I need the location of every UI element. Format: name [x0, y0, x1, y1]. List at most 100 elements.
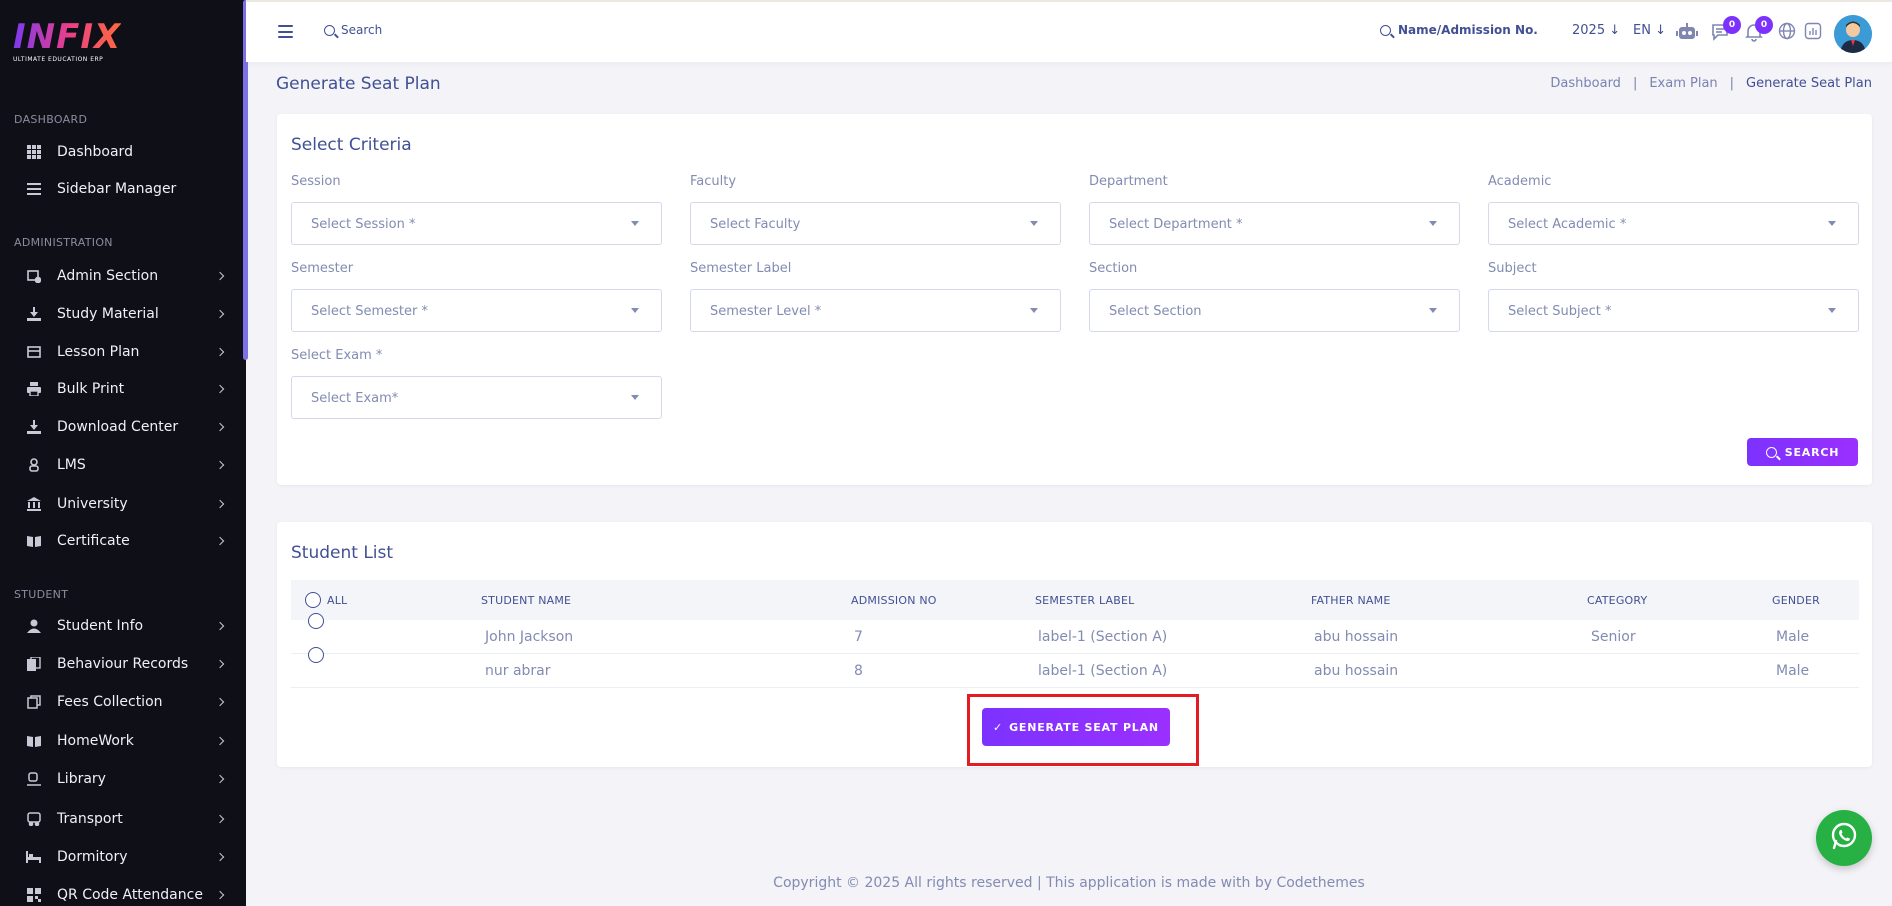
sidebar-item-study-material[interactable]: Study Material	[0, 299, 243, 329]
download-icon	[26, 420, 41, 435]
footer-copyright: Copyright © 2025 All rights reserved | T…	[773, 875, 1365, 891]
avatar[interactable]	[1834, 15, 1872, 53]
section-select[interactable]: Select Section	[1089, 289, 1460, 332]
sidebar-item-dormitory[interactable]: Dormitory	[0, 842, 243, 872]
grid-icon	[26, 145, 41, 160]
sidebar-item-dashboard[interactable]: Dashboard	[0, 137, 243, 167]
notifications-count-badge: 0	[1755, 16, 1773, 34]
sidebar-item-library[interactable]: Library	[0, 764, 243, 794]
robot-icon[interactable]	[1676, 22, 1698, 42]
exam-select[interactable]: Select Exam*	[291, 376, 662, 419]
session-select[interactable]: Select Session *	[291, 202, 662, 245]
father-name-cell: abu hossain	[1314, 629, 1399, 645]
sidebar-item-label: Behaviour Records	[57, 656, 189, 672]
caret-down-icon	[1429, 308, 1437, 313]
department-select-value: Select Department *	[1109, 217, 1243, 232]
sidebar-item-transport[interactable]: Transport	[0, 804, 243, 834]
chevron-right-icon	[215, 422, 225, 432]
admission-no-cell: 7	[854, 629, 863, 645]
sidebar-item-certificate[interactable]: Certificate	[0, 526, 243, 556]
table-header: ALL STUDENT NAME ADMISSION NO SEMESTER L…	[291, 580, 1859, 620]
chevron-right-icon	[215, 384, 225, 394]
department-select[interactable]: Select Department *	[1089, 202, 1460, 245]
check-icon: ✓	[993, 720, 1004, 734]
sidebar-item-label: QR Code Attendance	[57, 887, 203, 903]
sidebar-item-label: Study Material	[57, 306, 159, 322]
book-icon	[26, 345, 41, 360]
admin-icon	[26, 269, 41, 284]
year-selector[interactable]: 2025 ↓	[1572, 23, 1620, 38]
logo-subtitle: ULTIMATE EDUCATION ERP	[13, 56, 104, 63]
breadcrumb: Dashboard | Exam Plan | Generate Seat Pl…	[1550, 76, 1872, 91]
language-value: EN	[1633, 23, 1651, 38]
father-name-cell: abu hossain	[1314, 663, 1399, 679]
breadcrumb-current: Generate Seat Plan	[1746, 76, 1872, 91]
sidebar-item-qr-code-attendance[interactable]: QR Code Attendance	[0, 880, 243, 906]
search-icon	[1765, 446, 1777, 458]
sidebar-item-fees-collection[interactable]: Fees Collection	[0, 687, 243, 717]
column-gender: GENDER	[1772, 594, 1820, 607]
subject-select[interactable]: Select Subject *	[1488, 289, 1859, 332]
student-search-label: Name/Admission No.	[1398, 23, 1538, 37]
sidebar-item-admin-section[interactable]: Admin Section	[0, 261, 243, 291]
table-row: John Jackson 7 label-1 (Section A) abu h…	[291, 613, 1859, 654]
student-list-title: Student List	[291, 543, 394, 563]
section-select-value: Select Section	[1109, 304, 1202, 319]
sidebar-item-label: LMS	[57, 457, 86, 473]
search-button[interactable]: SEARCH	[1747, 438, 1858, 466]
exam-label: Select Exam *	[291, 348, 383, 363]
table-row: nur abrar 8 label-1 (Section A) abu hoss…	[291, 647, 1859, 688]
breadcrumb-dashboard[interactable]: Dashboard	[1550, 76, 1621, 91]
sidebar-item-homework[interactable]: HomeWork	[0, 726, 243, 756]
select-all-label: ALL	[327, 594, 348, 607]
section-label: Section	[1089, 261, 1138, 276]
logo[interactable]: INFIX ULTIMATE EDUCATION ERP	[13, 20, 121, 63]
session-select-value: Select Session *	[311, 217, 416, 232]
sidebar-item-university[interactable]: University	[0, 489, 243, 519]
select-all-radio[interactable]	[305, 592, 321, 608]
faculty-select[interactable]: Select Faculty	[690, 202, 1061, 245]
globe-icon[interactable]	[1778, 22, 1798, 42]
language-selector[interactable]: EN ↓	[1633, 23, 1666, 38]
sidebar-item-lesson-plan[interactable]: Lesson Plan	[0, 337, 243, 367]
whatsapp-button[interactable]	[1816, 810, 1872, 866]
section-title-administration: ADMINISTRATION	[14, 236, 113, 249]
sidebar-item-lms[interactable]: LMS	[0, 450, 243, 480]
breadcrumb-exam-plan[interactable]: Exam Plan	[1649, 76, 1717, 91]
logo-text: INFIX	[13, 17, 122, 57]
library-icon	[26, 772, 41, 787]
printer-icon	[26, 382, 41, 397]
chevron-right-icon	[215, 890, 225, 900]
lms-icon	[26, 458, 41, 473]
chevron-right-icon	[215, 347, 225, 357]
hamburger-menu-icon[interactable]	[278, 25, 293, 38]
search-button-label: SEARCH	[1784, 445, 1840, 459]
sidebar-item-bulk-print[interactable]: Bulk Print	[0, 374, 243, 404]
chevron-right-icon	[215, 499, 225, 509]
sidebar-item-label: University	[57, 496, 128, 512]
session-label: Session	[291, 174, 341, 189]
student-name-cell: nur abrar	[485, 663, 551, 679]
sidebar-item-download-center[interactable]: Download Center	[0, 412, 243, 442]
global-search[interactable]: Search	[324, 23, 382, 37]
global-search-label: Search	[341, 23, 383, 37]
semester-select[interactable]: Select Semester *	[291, 289, 662, 332]
semester-level-select[interactable]: Semester Level *	[690, 289, 1061, 332]
caret-down-icon	[631, 395, 639, 400]
sidebar-item-sidebar-manager[interactable]: Sidebar Manager	[0, 174, 243, 204]
academic-select-value: Select Academic *	[1508, 217, 1627, 232]
download-icon	[26, 307, 41, 322]
generate-seat-plan-button[interactable]: ✓ GENERATE SEAT PLAN	[982, 708, 1170, 746]
fees-icon	[26, 695, 41, 710]
row-select-radio[interactable]	[308, 647, 324, 663]
subject-label: Subject	[1488, 261, 1537, 276]
sidebar-item-label: Lesson Plan	[57, 344, 140, 360]
semester-label-label: Semester Label	[690, 261, 792, 276]
row-select-radio[interactable]	[308, 613, 324, 629]
student-search[interactable]: Name/Admission No.	[1380, 23, 1538, 37]
academic-select[interactable]: Select Academic *	[1488, 202, 1859, 245]
analytics-icon[interactable]	[1804, 22, 1824, 42]
sidebar-item-student-info[interactable]: Student Info	[0, 611, 243, 641]
column-category: CATEGORY	[1587, 594, 1648, 607]
sidebar-item-behaviour-records[interactable]: Behaviour Records	[0, 649, 243, 679]
